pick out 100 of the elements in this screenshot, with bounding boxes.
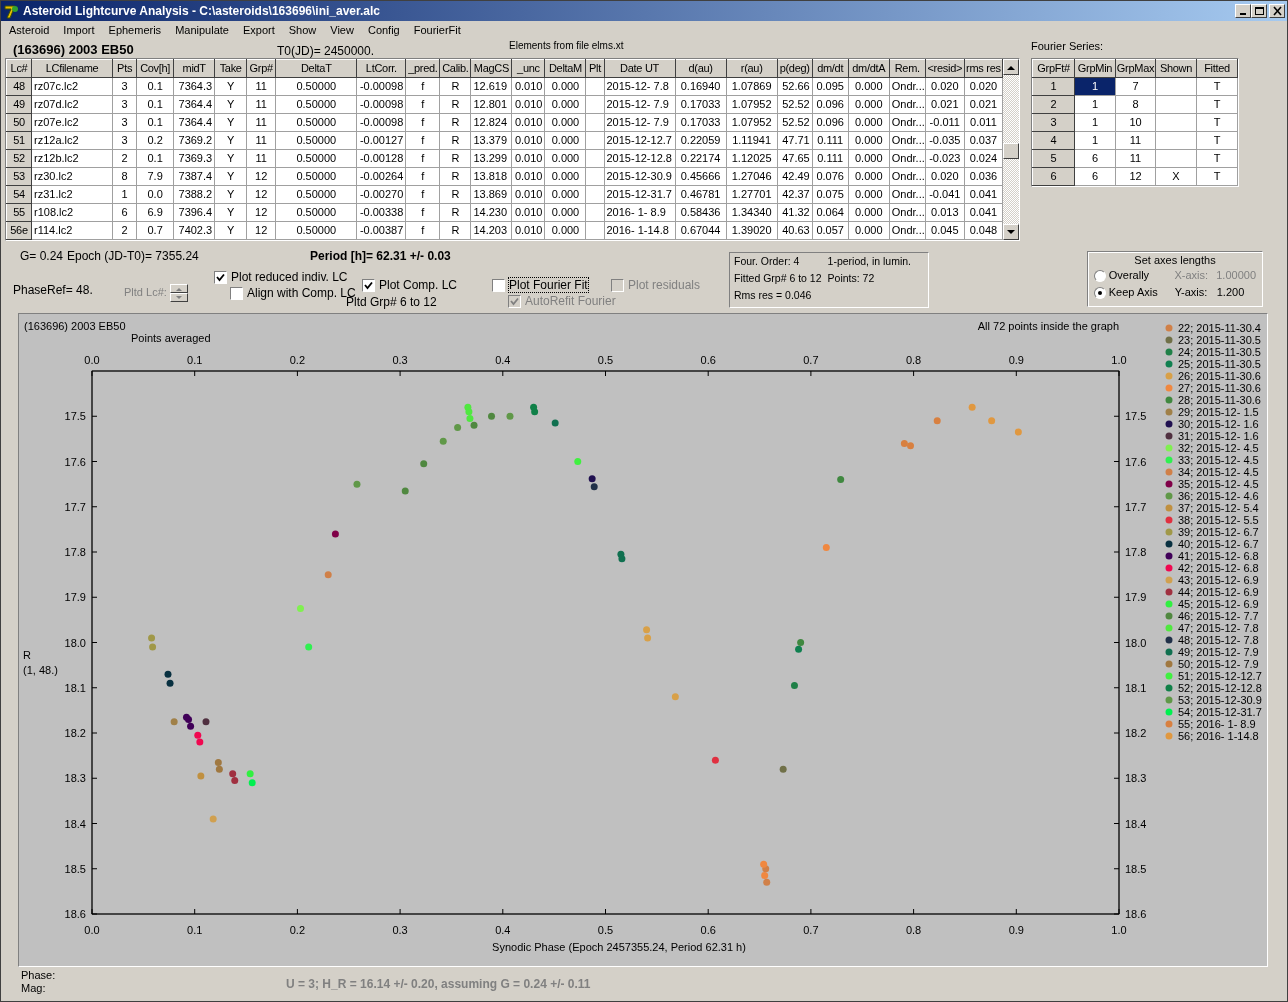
table-cell: T [1196, 149, 1238, 168]
axis-tick-label: 17.7 [64, 500, 86, 513]
legend-label: 42; 2015-12- 6.8 [1178, 562, 1259, 574]
elements-label: Elements from file elms.xt [509, 40, 624, 52]
fit-info-text: Rms res = 0.046 [734, 289, 813, 303]
table-cell: 0.041 [964, 203, 1003, 222]
legend-label: 35; 2015-12- 4.5 [1178, 478, 1259, 490]
table-cell: 3 [112, 77, 137, 96]
table-cell: 0.010 [511, 113, 545, 132]
table-cell: 52.52 [777, 95, 813, 114]
table-cell: 11 [1115, 149, 1156, 168]
table-cell: 3 [112, 113, 137, 132]
table-cell: 0.50000 [275, 221, 357, 240]
table-cell: 2015-12-31.7 [604, 185, 676, 204]
table-cell: 11 [246, 149, 276, 168]
table-cell: 0.021 [925, 95, 965, 114]
fit-info-text: Points: 72 [827, 272, 876, 286]
legend-label: 26; 2015-11-30.6 [1178, 370, 1261, 382]
table-cell: f [405, 203, 440, 222]
table-cell: Ondr... [889, 203, 926, 222]
table-cell: 0.50000 [275, 113, 357, 132]
table-cell: 1.12025 [726, 149, 778, 168]
legend-label: 50; 2015-12- 7.9 [1178, 658, 1259, 670]
axis-tick-label: 17.8 [1125, 546, 1147, 558]
axis-tick-label: 0.6 [700, 354, 716, 366]
axis-tick-label: 0.3 [392, 354, 408, 366]
legend-label: 43; 2015-12- 6.9 [1178, 574, 1259, 586]
legend-label: 37; 2015-12- 5.4 [1178, 502, 1259, 514]
table-cell: -0.041 [925, 185, 965, 204]
table-cell: 42.37 [777, 185, 813, 204]
table-cell: 0.17033 [675, 95, 727, 114]
table-cell: 0.010 [511, 95, 545, 114]
table-cell: 0.50000 [275, 185, 357, 204]
legend-label: 38; 2015-12- 5.5 [1178, 514, 1259, 526]
table-cell: 11 [246, 131, 276, 150]
axis-tick-label: 0.2 [289, 354, 306, 366]
legend-label: 31; 2015-12- 1.6 [1178, 430, 1259, 442]
table-cell: Ondr... [889, 77, 926, 96]
table-cell: 2016- 1-14.8 [604, 221, 676, 240]
table-cell: 2015-12- 7.8 [604, 77, 676, 96]
table-cell: 1.39020 [726, 221, 778, 240]
table-cell: Y [214, 149, 247, 168]
table-cell: 0.010 [511, 167, 545, 186]
table-cell: 0.22174 [675, 149, 727, 168]
table-cell: R [439, 77, 471, 96]
table-cell: 42.49 [777, 167, 813, 186]
table-cell: 0.16940 [675, 77, 727, 96]
table-cell: 11 [246, 113, 276, 132]
table-cell: 7369.3 [173, 149, 215, 168]
table-cell: 1.27701 [726, 185, 778, 204]
table-cell: Y [214, 203, 247, 222]
table-cell: 0.000 [848, 131, 890, 150]
table-cell: r108.lc2 [31, 203, 113, 222]
table-cell: 0.7 [136, 221, 174, 240]
table-cell: 0.041 [964, 185, 1003, 204]
axis-tick-label: 0.9 [1008, 354, 1024, 366]
legend-label: 25; 2015-11-30.5 [1178, 358, 1261, 370]
table-cell: 0.000 [848, 77, 890, 96]
table-cell: 1.07869 [726, 77, 778, 96]
table-cell: X [1155, 167, 1197, 186]
table-cell: rz31.lc2 [31, 185, 113, 204]
table-cell: 2015-12- 7.9 [604, 113, 676, 132]
legend-label: 55; 2016- 1- 8.9 [1178, 718, 1256, 730]
axis-tick-label: 17.5 [1125, 410, 1147, 423]
legend-label: 22; 2015-11-30.4 [1178, 322, 1261, 334]
table-cell: 12 [1115, 167, 1156, 186]
axis-tick-label: 17.7 [1125, 500, 1147, 513]
legend-label: 23; 2015-11-30.5 [1178, 334, 1261, 346]
table-cell: 0.50000 [275, 77, 357, 96]
table-cell: -0.00098 [356, 77, 406, 96]
table-cell: 0.000 [544, 77, 586, 96]
table-cell: 7387.4 [173, 167, 215, 186]
table-cell: 0.000 [848, 167, 890, 186]
table-cell: 0.0 [136, 185, 174, 204]
axis-field-label: X-axis: [1174, 269, 1210, 283]
legend-label: 32; 2015-12- 4.5 [1178, 442, 1259, 454]
table-cell: -0.00098 [356, 95, 406, 114]
chart-title: (163696) 2003 EB50 [24, 320, 126, 332]
table-cell: 14.203 [470, 221, 512, 240]
table-cell: T [1196, 95, 1238, 114]
table-cell-text: 6 [1090, 169, 1100, 184]
table-cell: 0.048 [964, 221, 1003, 240]
table-cell: 7.9 [136, 167, 174, 186]
table-cell: 0.50000 [275, 95, 357, 114]
axis-tick-label: 18.2 [1125, 727, 1147, 739]
table-cell: 40.63 [777, 221, 813, 240]
axis-tick-label: 18.6 [1125, 908, 1147, 920]
fit-info-text: Four. Order: 4 [734, 255, 801, 269]
legend-label: 28; 2015-11-30.6 [1178, 394, 1261, 406]
table-cell: 0.67044 [675, 221, 727, 240]
table-cell: -0.00338 [356, 203, 406, 222]
legend-label: 33; 2015-12- 4.5 [1178, 454, 1259, 466]
table-cell: rz12b.lc2 [31, 149, 113, 168]
pltd-lc-label: Pltd Lc#: [124, 286, 167, 300]
axis-tick-label: 18.4 [1125, 817, 1147, 830]
table-cell: 0.000 [544, 203, 586, 222]
axis-tick-label: 17.9 [1125, 591, 1147, 604]
table-cell: R [439, 131, 471, 150]
table-cell-text: 1 [1090, 97, 1100, 112]
period-value: Period [h]= 62.31 +/- 0.03 [310, 248, 451, 264]
